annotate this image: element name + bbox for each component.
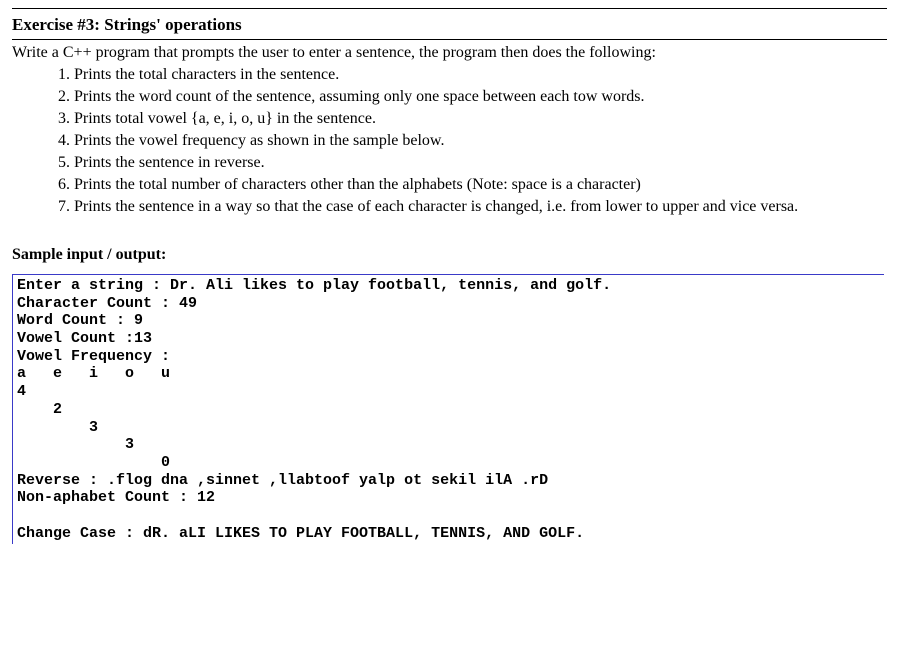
list-item: Prints total vowel {a, e, i, o, u} in th… [74,108,887,130]
list-item: Prints the total number of characters ot… [74,174,887,196]
list-item: Prints the vowel frequency as shown in t… [74,130,887,152]
console-output: Enter a string : Dr. Ali likes to play f… [12,274,884,544]
intro-paragraph: Write a C++ program that prompts the use… [12,44,887,62]
list-item: Prints the total characters in the sente… [74,64,887,86]
list-item: Prints the word count of the sentence, a… [74,86,887,108]
list-item: Prints the sentence in a way so that the… [74,196,887,218]
exercise-title: Exercise #3: Strings' operations [12,11,887,40]
top-horizontal-rule [12,8,887,9]
sample-io-heading: Sample input / output: [12,246,887,264]
list-item: Prints the sentence in reverse. [74,152,887,174]
requirements-list: Prints the total characters in the sente… [74,64,887,218]
